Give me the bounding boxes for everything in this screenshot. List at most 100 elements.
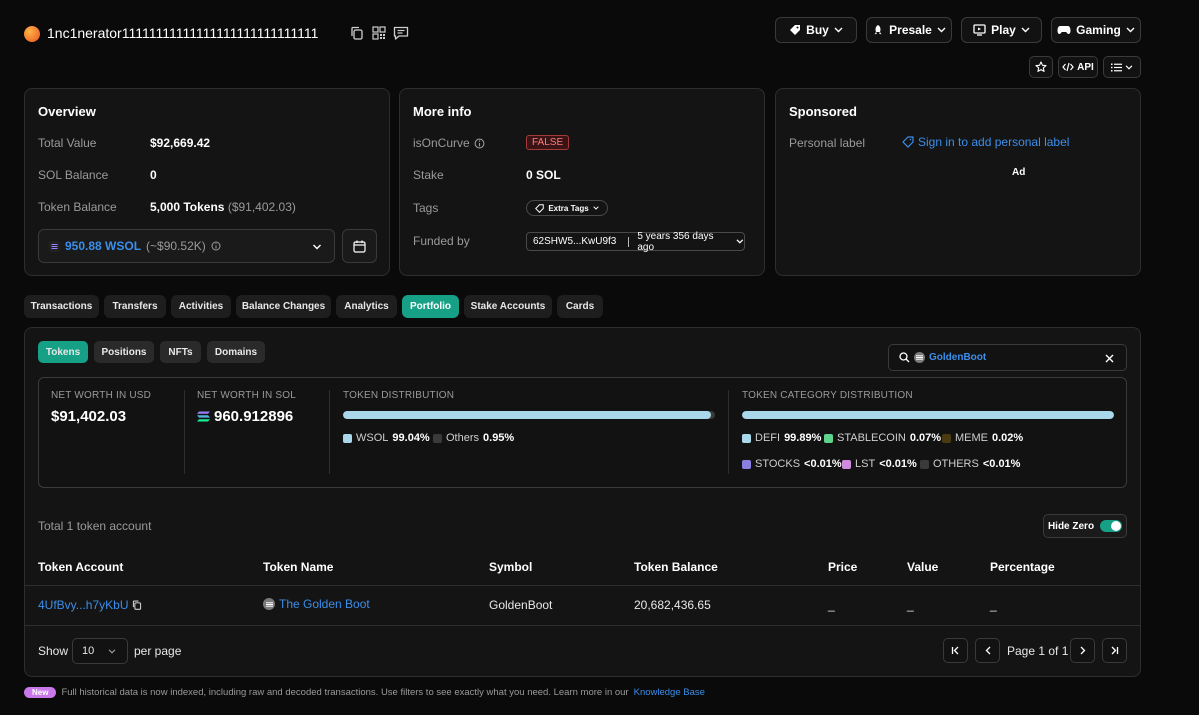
list-icon <box>1111 63 1122 71</box>
token-balance: 5,000 Tokens ($91,402.03) <box>150 200 296 214</box>
sign-in-link[interactable]: Sign in to add personal label <box>902 135 1069 149</box>
tab-transfers[interactable]: Transfers <box>104 295 166 318</box>
favorite-button[interactable] <box>1029 56 1053 78</box>
api-label: API <box>1077 61 1094 73</box>
message-icon[interactable] <box>393 26 409 40</box>
subtab-domains[interactable]: Domains <box>207 341 265 363</box>
column-price: Price <box>828 560 858 574</box>
new-badge: New <box>24 687 57 698</box>
page-size-select[interactable]: 10 <box>72 638 128 664</box>
value-cell: _ <box>907 598 914 612</box>
net-worth-sol-value: 960.912896 <box>214 408 294 425</box>
close-icon[interactable] <box>1105 354 1114 363</box>
token-name-link[interactable]: The Golden Boot <box>279 597 370 611</box>
legend-swatch <box>742 459 751 469</box>
legend-value: <0.01% <box>804 458 842 470</box>
extra-tags-button[interactable]: Extra Tags <box>526 200 608 216</box>
tab-cards[interactable]: Cards <box>557 295 603 318</box>
column-symbol: Symbol <box>489 560 533 574</box>
funded-by-address[interactable]: 62SHW5...KwU9f3 <box>533 236 616 247</box>
page-info: Page 1 of 1 <box>1007 644 1069 658</box>
copy-icon[interactable] <box>132 600 142 610</box>
funded-by-select[interactable]: 62SHW5...KwU9f3 5 years 356 days ago <box>526 230 745 253</box>
info-icon <box>474 138 485 148</box>
legend-wsol: WSOL 99.04% <box>343 432 430 444</box>
funded-by-age: 5 years 356 days ago <box>637 230 714 253</box>
gaming-menu-button[interactable]: Gaming <box>1051 17 1141 43</box>
legend-value: 0.07% <box>909 432 942 444</box>
table-row: 4UfBvy...h7yKbU <box>38 598 142 612</box>
total-value-label: Total Value <box>38 136 97 150</box>
legend-value: 0.02% <box>992 432 1024 444</box>
search-icon <box>899 352 910 363</box>
list-menu-button[interactable] <box>1103 56 1141 78</box>
first-page-button[interactable] <box>943 638 968 663</box>
legend-label: WSOL <box>356 432 389 444</box>
last-page-button[interactable] <box>1102 638 1127 663</box>
stats-divider <box>184 390 185 474</box>
chevron-down-icon <box>1125 64 1133 70</box>
stake-value: 0 SOL <box>526 168 561 182</box>
legend-value: 0.95% <box>483 432 515 444</box>
legend-value: 99.89% <box>784 432 822 444</box>
is-on-curve-label: isOnCurve <box>413 136 485 150</box>
search-input[interactable]: GoldenBoot <box>929 352 986 363</box>
sign-in-text[interactable]: Sign in to add personal label <box>918 135 1069 149</box>
category-distribution-label: TOKEN CATEGORY DISTRIBUTION <box>742 390 913 401</box>
chevron-down-icon <box>592 206 599 210</box>
legend-label: Others <box>446 432 480 444</box>
wsol-token-icon <box>49 240 60 252</box>
tab-transactions[interactable]: Transactions <box>24 295 99 318</box>
rocket-icon <box>874 25 882 35</box>
legend-label: LST <box>855 458 876 470</box>
subtab-nfts[interactable]: NFTs <box>160 341 201 363</box>
calendar-button[interactable] <box>342 229 377 263</box>
calendar-icon <box>353 240 366 253</box>
token-distribution-label: TOKEN DISTRIBUTION <box>343 390 455 401</box>
funded-by-label: Funded by <box>413 234 470 248</box>
total-value: $92,669.42 <box>150 136 211 150</box>
legend-swatch <box>920 459 929 469</box>
stats-divider <box>329 390 330 474</box>
legend-swatch <box>824 433 833 443</box>
token-distribution-bar-fill <box>343 411 712 419</box>
tab-activities[interactable]: Activities <box>171 295 231 318</box>
announcement-text: Full historical data is now indexed, inc… <box>61 687 629 698</box>
tab-analytics[interactable]: Analytics <box>336 295 397 318</box>
token-account-link[interactable]: 4UfBvy...h7yKbU <box>38 598 128 612</box>
tab-balance-changes[interactable]: Balance Changes <box>236 295 331 318</box>
sol-balance: 0 <box>150 168 157 182</box>
toggle-switch[interactable] <box>1100 520 1123 532</box>
knowledge-base-link[interactable]: Knowledge Base <box>634 687 705 698</box>
code-icon <box>1062 62 1074 72</box>
subtab-positions[interactable]: Positions <box>94 341 154 363</box>
hide-zero-toggle[interactable]: Hide Zero <box>1043 514 1127 538</box>
show-label: Show <box>38 644 69 658</box>
announcement-bar: New Full historical data is now indexed,… <box>24 687 705 698</box>
play-menu-button[interactable]: Play <box>961 17 1042 43</box>
ad-label: Ad <box>1012 167 1026 178</box>
tab-stake-accounts[interactable]: Stake Accounts <box>464 295 552 318</box>
legend-value: <0.01% <box>982 458 1021 470</box>
column-value: Value <box>907 560 939 574</box>
token-balance-usd: ($91,402.03) <box>227 200 296 214</box>
legend-defi: DEFI 99.89% <box>742 432 821 444</box>
token-name-cell: The Golden Boot <box>263 597 370 611</box>
api-button[interactable]: API <box>1058 56 1098 78</box>
column-percentage: Percentage <box>990 560 1055 574</box>
subtab-tokens[interactable]: Tokens <box>38 341 88 363</box>
copy-icon[interactable] <box>350 26 364 40</box>
column-token-name: Token Name <box>263 560 334 574</box>
previous-page-button[interactable] <box>975 638 1000 663</box>
buy-menu-button[interactable]: Buy <box>775 17 857 43</box>
is-on-curve-text: isOnCurve <box>413 136 470 150</box>
token-holdings-select[interactable]: 950.88 WSOL (~$90.52K) <box>38 229 335 263</box>
legend-others-category: OTHERS <0.01% <box>920 458 1020 470</box>
qr-code-icon[interactable] <box>372 26 386 40</box>
next-page-button[interactable] <box>1070 638 1095 663</box>
net-worth-sol-label: NET WORTH IN SOL <box>197 390 296 401</box>
token-search-field[interactable]: GoldenBoot <box>888 344 1127 371</box>
tab-portfolio[interactable]: Portfolio <box>402 295 459 318</box>
presale-menu-button[interactable]: Presale <box>866 17 952 43</box>
legend-stablecoin: STABLECOIN 0.07% <box>824 432 941 444</box>
